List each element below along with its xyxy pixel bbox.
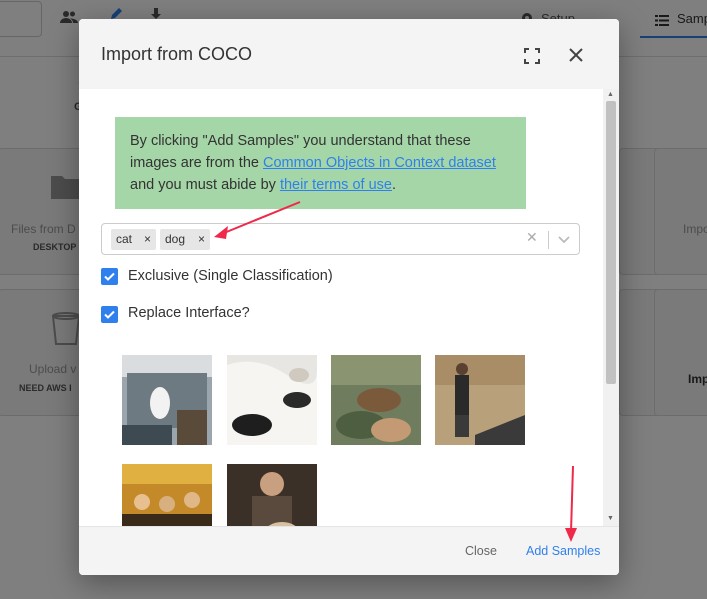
notice-text: and you must abide by	[130, 177, 280, 193]
sample-image-group-on-couch[interactable]	[122, 464, 212, 526]
close-button[interactable]: Close	[465, 544, 497, 558]
close-icon[interactable]	[565, 44, 587, 66]
scroll-up-icon[interactable]: ▲	[607, 91, 614, 98]
sample-image-cat-in-car[interactable]	[122, 355, 212, 445]
sample-image-cats-on-bed[interactable]	[227, 355, 317, 445]
scroll-down-icon[interactable]: ▼	[607, 515, 614, 522]
tag-label: dog	[165, 232, 186, 246]
terms-of-use-link[interactable]: their terms of use	[280, 177, 392, 193]
dialog-title: Import from COCO	[101, 44, 253, 64]
chevron-down-icon[interactable]	[556, 231, 572, 247]
category-select[interactable]: cat × dog × ✕	[101, 223, 580, 255]
select-separator	[548, 231, 549, 249]
remove-tag-icon[interactable]: ×	[144, 229, 151, 250]
dialog-scrollbar[interactable]: ▲ ▼	[603, 89, 619, 526]
tag-label: cat	[116, 232, 133, 246]
add-samples-button[interactable]: Add Samples	[526, 544, 600, 558]
terms-notice: By clicking "Add Samples" you understand…	[115, 117, 526, 209]
scroll-thumb[interactable]	[606, 101, 616, 384]
tag-chip-cat: cat ×	[111, 229, 156, 250]
replace-interface-label: Replace Interface?	[128, 305, 250, 321]
coco-dataset-link[interactable]: Common Objects in Context dataset	[263, 155, 496, 171]
import-dialog: Import from COCO By clicking "Add Sample…	[79, 19, 619, 575]
dialog-body: By clicking "Add Samples" you understand…	[79, 89, 604, 526]
dialog-header: Import from COCO	[79, 19, 619, 89]
sample-image-man-with-dog-outdoors[interactable]	[435, 355, 525, 445]
exclusive-label: Exclusive (Single Classification)	[128, 268, 333, 284]
checkmark-icon	[104, 272, 115, 281]
clear-all-icon[interactable]: ✕	[526, 229, 538, 246]
tag-chip-dog: dog ×	[160, 229, 210, 250]
replace-interface-checkbox[interactable]	[101, 306, 118, 323]
remove-tag-icon[interactable]: ×	[198, 229, 205, 250]
sample-image-man-holding-cat[interactable]	[331, 355, 421, 445]
fullscreen-icon[interactable]	[522, 46, 542, 66]
checkmark-icon	[104, 310, 115, 319]
exclusive-checkbox[interactable]	[101, 268, 118, 285]
dialog-footer: Close Add Samples	[79, 526, 619, 575]
notice-text: .	[391, 177, 396, 193]
sample-image-person-with-dog[interactable]	[227, 464, 317, 526]
